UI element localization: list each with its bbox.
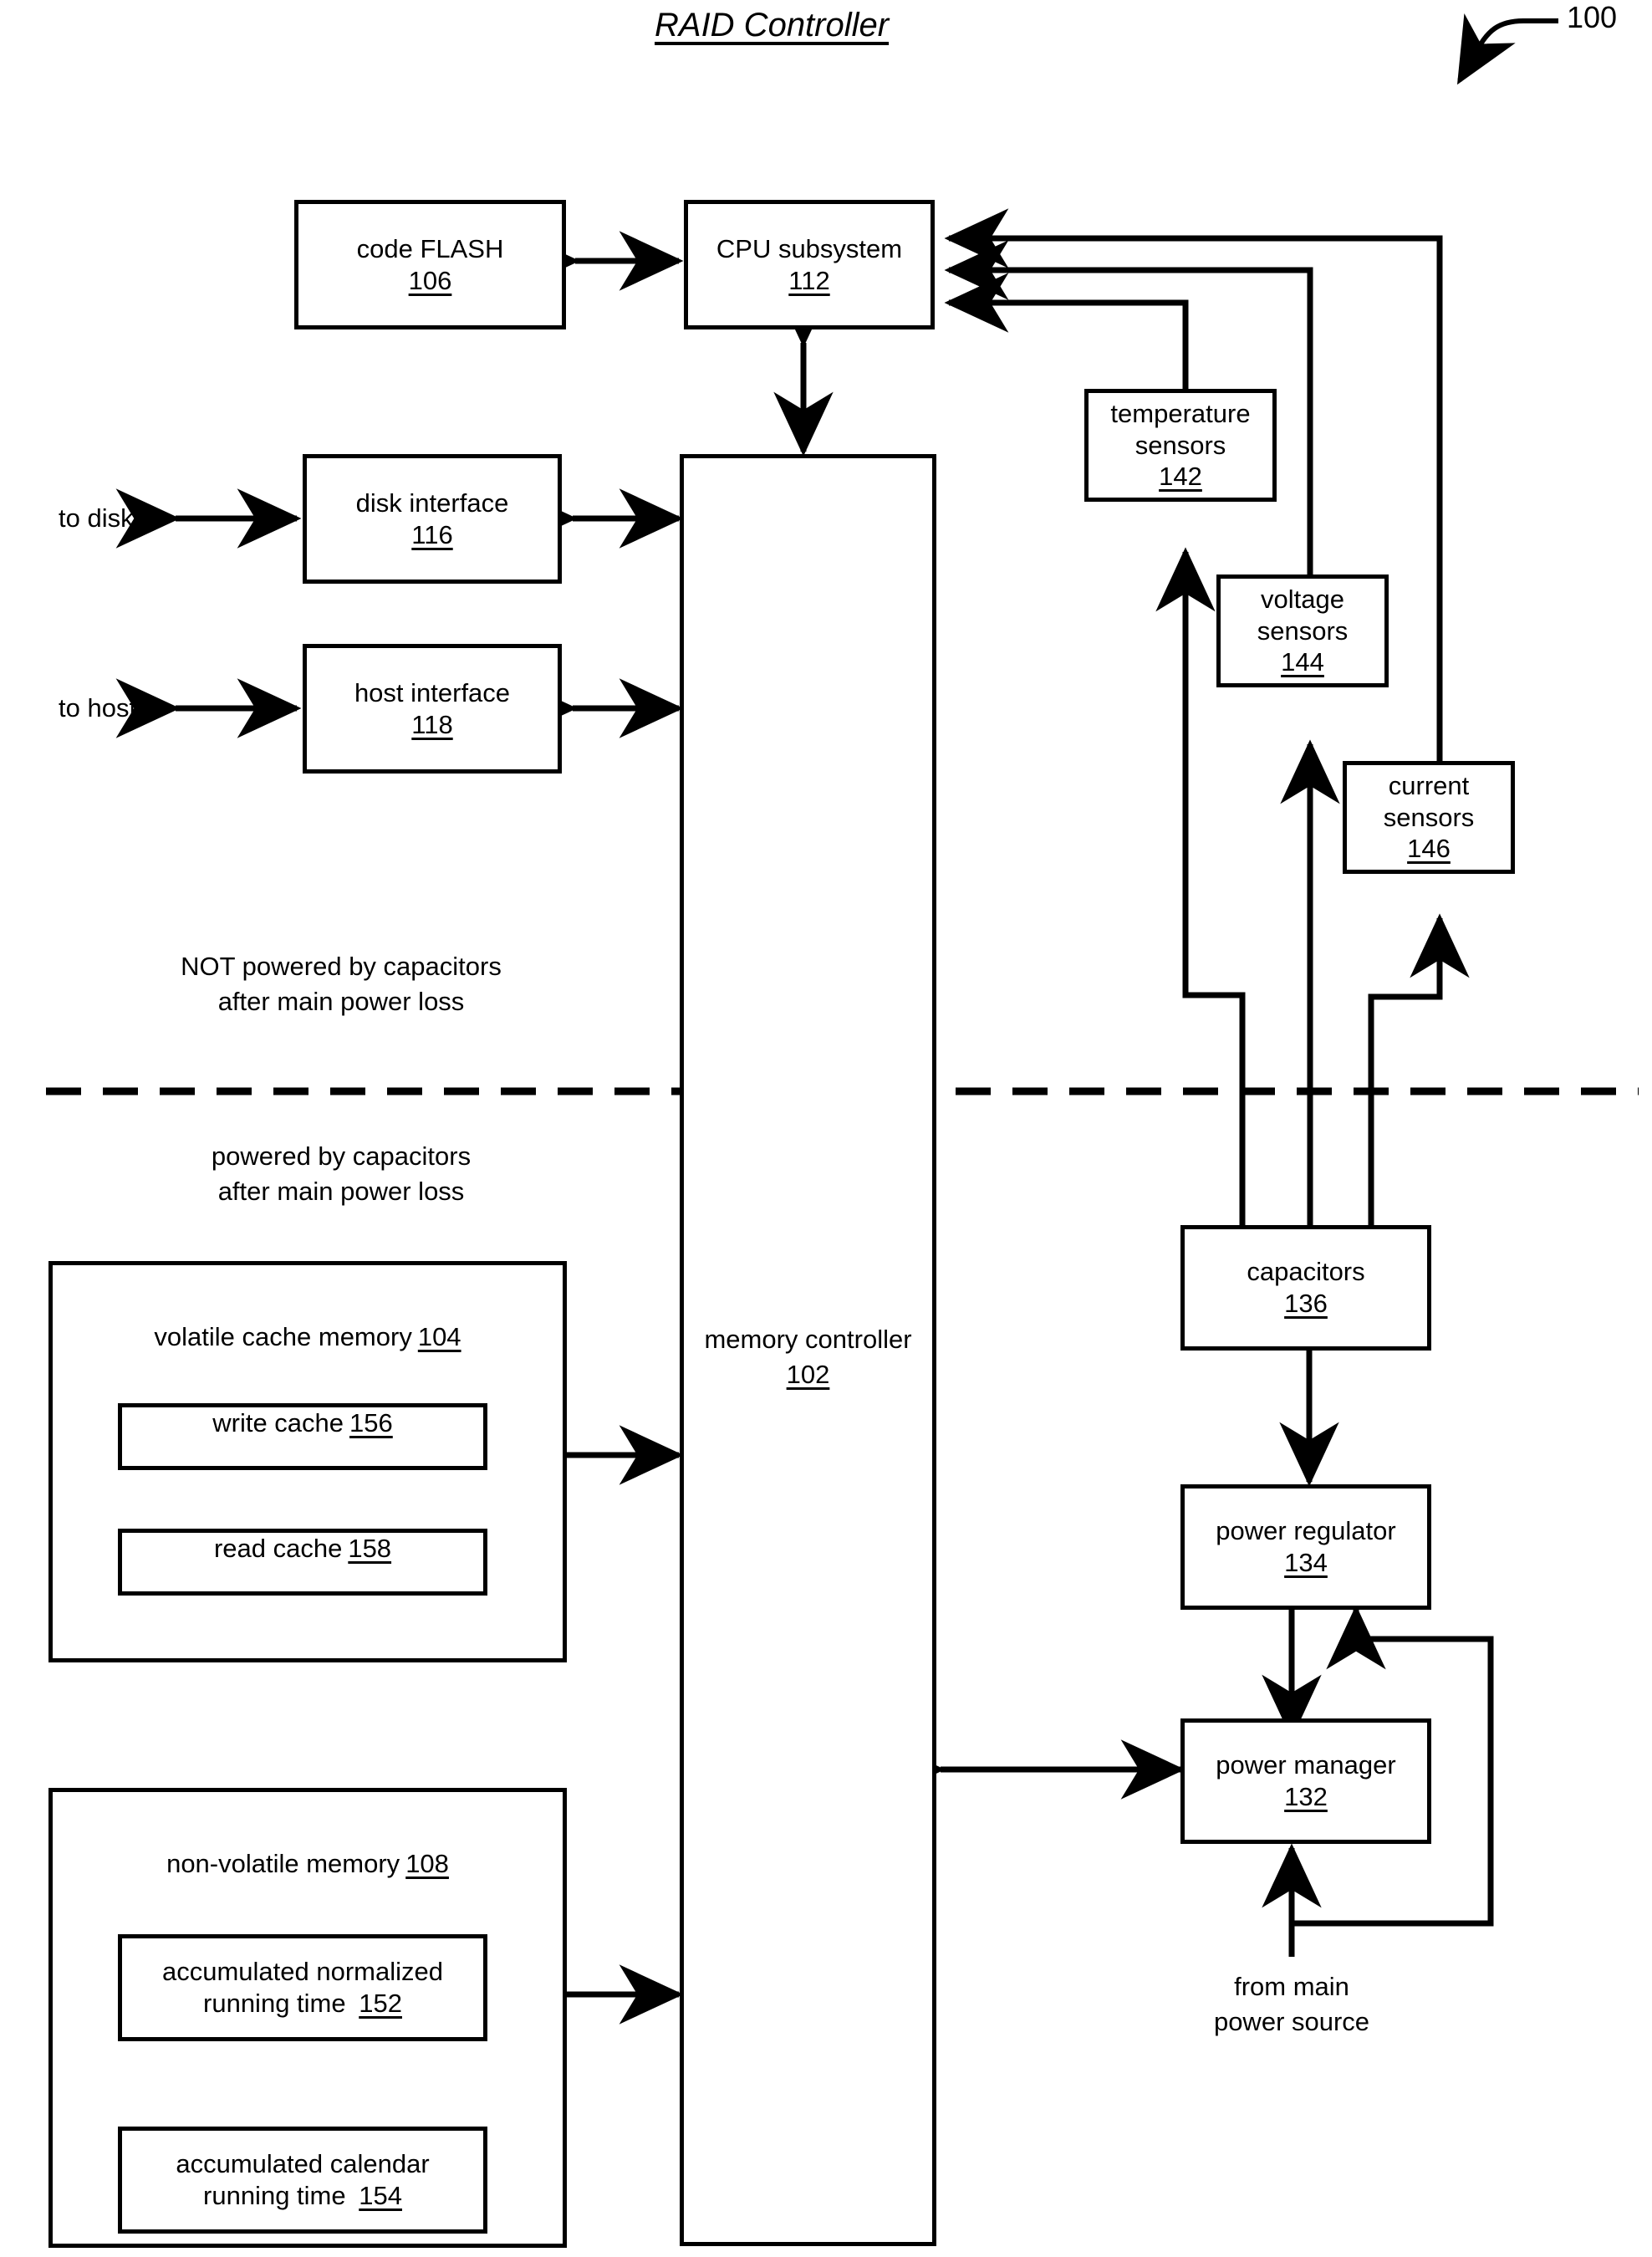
box-disk-interface[interactable]: disk interface 116 [303, 454, 565, 587]
box-read-cache[interactable]: read cache 158 [118, 1529, 491, 1599]
box-disk-interface-ref: 116 [411, 519, 453, 549]
box-non-volatile-memory-ref: 108 [405, 1849, 449, 1878]
label-to-hosts: to hosts [59, 693, 150, 723]
label-not-powered-by-capacitors: NOT powered by capacitors after main pow… [124, 949, 558, 1019]
box-capacitors-label: capacitors [1247, 1257, 1365, 1287]
label-to-disks: to disks [59, 503, 147, 533]
box-host-interface-label: host interface [354, 677, 511, 707]
box-power-manager-ref: 132 [1284, 1782, 1328, 1811]
label-powered-line1: powered by capacitors [211, 1141, 472, 1171]
box-power-regulator[interactable]: power regulator 134 [1180, 1484, 1435, 1613]
box-current-sensors[interactable]: current sensors 146 [1343, 761, 1518, 877]
label-powered-line2: after main power loss [217, 1176, 465, 1206]
box-volatile-cache-memory-ref: 104 [417, 1322, 461, 1351]
box-accumulated-normalized-running-time-label-line2: running time [203, 1989, 346, 2018]
box-code-flash-label: code FLASH [356, 233, 504, 263]
box-write-cache-ref: 156 [349, 1408, 393, 1437]
box-accumulated-normalized-running-time-label-line1: accumulated normalized [161, 1957, 443, 1987]
box-disk-interface-label: disk interface [355, 488, 509, 518]
box-non-volatile-memory[interactable]: non-volatile memory 108 accumulated norm… [48, 1788, 572, 2253]
box-current-sensors-label-line1: current [1388, 770, 1470, 800]
box-read-cache-ref: 158 [348, 1534, 392, 1563]
box-code-flash-ref: 106 [408, 265, 452, 295]
box-memory-controller-ref: 102 [786, 1359, 830, 1389]
label-from-main-line2: power source [1213, 2006, 1370, 2036]
box-volatile-cache-memory[interactable]: volatile cache memory 104 write cache 15… [48, 1261, 572, 1667]
box-temperature-sensors-label-line2: sensors [1134, 430, 1226, 460]
box-host-interface[interactable]: host interface 118 [303, 644, 565, 777]
label-from-main-power-source: from main power source [1158, 1969, 1425, 2040]
box-accumulated-normalized-running-time-line2: running time 152 [203, 1988, 402, 2020]
box-current-sensors-ref: 146 [1407, 834, 1451, 864]
box-write-cache-label: write cache [212, 1408, 344, 1437]
box-code-flash[interactable]: code FLASH 106 [294, 200, 569, 333]
figure-ref-number: 100 [1567, 0, 1618, 34]
box-accumulated-calendar-running-time-line2: running time 154 [203, 2180, 402, 2212]
box-voltage-sensors-ref: 144 [1281, 647, 1324, 677]
box-host-interface-ref: 118 [411, 709, 453, 739]
line-capacitors-to-current [1368, 913, 1470, 1225]
box-accumulated-calendar-running-time-label-line2: running time [203, 2181, 346, 2210]
box-accumulated-normalized-running-time[interactable]: accumulated normalized running time 152 [118, 1934, 491, 2045]
box-accumulated-calendar-running-time-ref: 154 [359, 2181, 402, 2210]
box-cpu-subsystem-label: CPU subsystem [716, 233, 903, 263]
label-powered-by-capacitors: powered by capacitors after main power l… [124, 1139, 558, 1209]
box-non-volatile-memory-label: non-volatile memory [166, 1849, 400, 1878]
box-non-volatile-memory-title: non-volatile memory 108 [53, 1849, 563, 1879]
box-memory-controller[interactable]: memory controller 102 [680, 454, 940, 2249]
label-from-main-line1: from main [1234, 1972, 1349, 2001]
box-voltage-sensors[interactable]: voltage sensors 144 [1216, 574, 1392, 691]
box-cpu-subsystem-ref: 112 [788, 265, 830, 295]
figure-canvas: RAID Controller 100 code FLASH 106 CPU s… [0, 0, 1652, 2257]
box-current-sensors-label-line2: sensors [1383, 802, 1475, 832]
label-not-powered-line2: after main power loss [217, 986, 465, 1016]
box-accumulated-calendar-running-time[interactable]: accumulated calendar running time 154 [118, 2127, 491, 2237]
box-write-cache[interactable]: write cache 156 [118, 1403, 491, 1473]
box-temperature-sensors[interactable]: temperature sensors 142 [1084, 389, 1280, 505]
box-volatile-cache-memory-label: volatile cache memory [154, 1322, 412, 1351]
box-voltage-sensors-label-line2: sensors [1257, 615, 1349, 646]
box-capacitors-ref: 136 [1284, 1289, 1328, 1318]
box-voltage-sensors-label-line1: voltage [1261, 584, 1344, 614]
box-memory-controller-label: memory controller [704, 1325, 912, 1354]
box-cpu-subsystem[interactable]: CPU subsystem 112 [684, 200, 938, 333]
reference-leader-100 [1456, 13, 1558, 85]
box-capacitors[interactable]: capacitors 136 [1180, 1225, 1435, 1354]
box-temperature-sensors-ref: 142 [1159, 462, 1202, 492]
arrow-temperature-to-cpu [944, 273, 1189, 401]
box-read-cache-label: read cache [213, 1534, 343, 1563]
box-accumulated-calendar-running-time-label-line1: accumulated calendar [176, 2149, 430, 2179]
box-accumulated-normalized-running-time-ref: 152 [359, 1989, 402, 2018]
box-power-regulator-ref: 134 [1284, 1548, 1328, 1577]
box-power-manager-label: power manager [1216, 1750, 1396, 1780]
label-not-powered-line1: NOT powered by capacitors [181, 952, 502, 981]
box-power-regulator-label: power regulator [1216, 1516, 1396, 1546]
arrow-current-to-cpu [944, 208, 1443, 769]
box-volatile-cache-memory-title: volatile cache memory 104 [53, 1322, 563, 1352]
figure-title: RAID Controller [655, 7, 890, 43]
box-temperature-sensors-label-line1: temperature [1110, 398, 1251, 428]
box-power-manager[interactable]: power manager 132 [1180, 1718, 1435, 1847]
